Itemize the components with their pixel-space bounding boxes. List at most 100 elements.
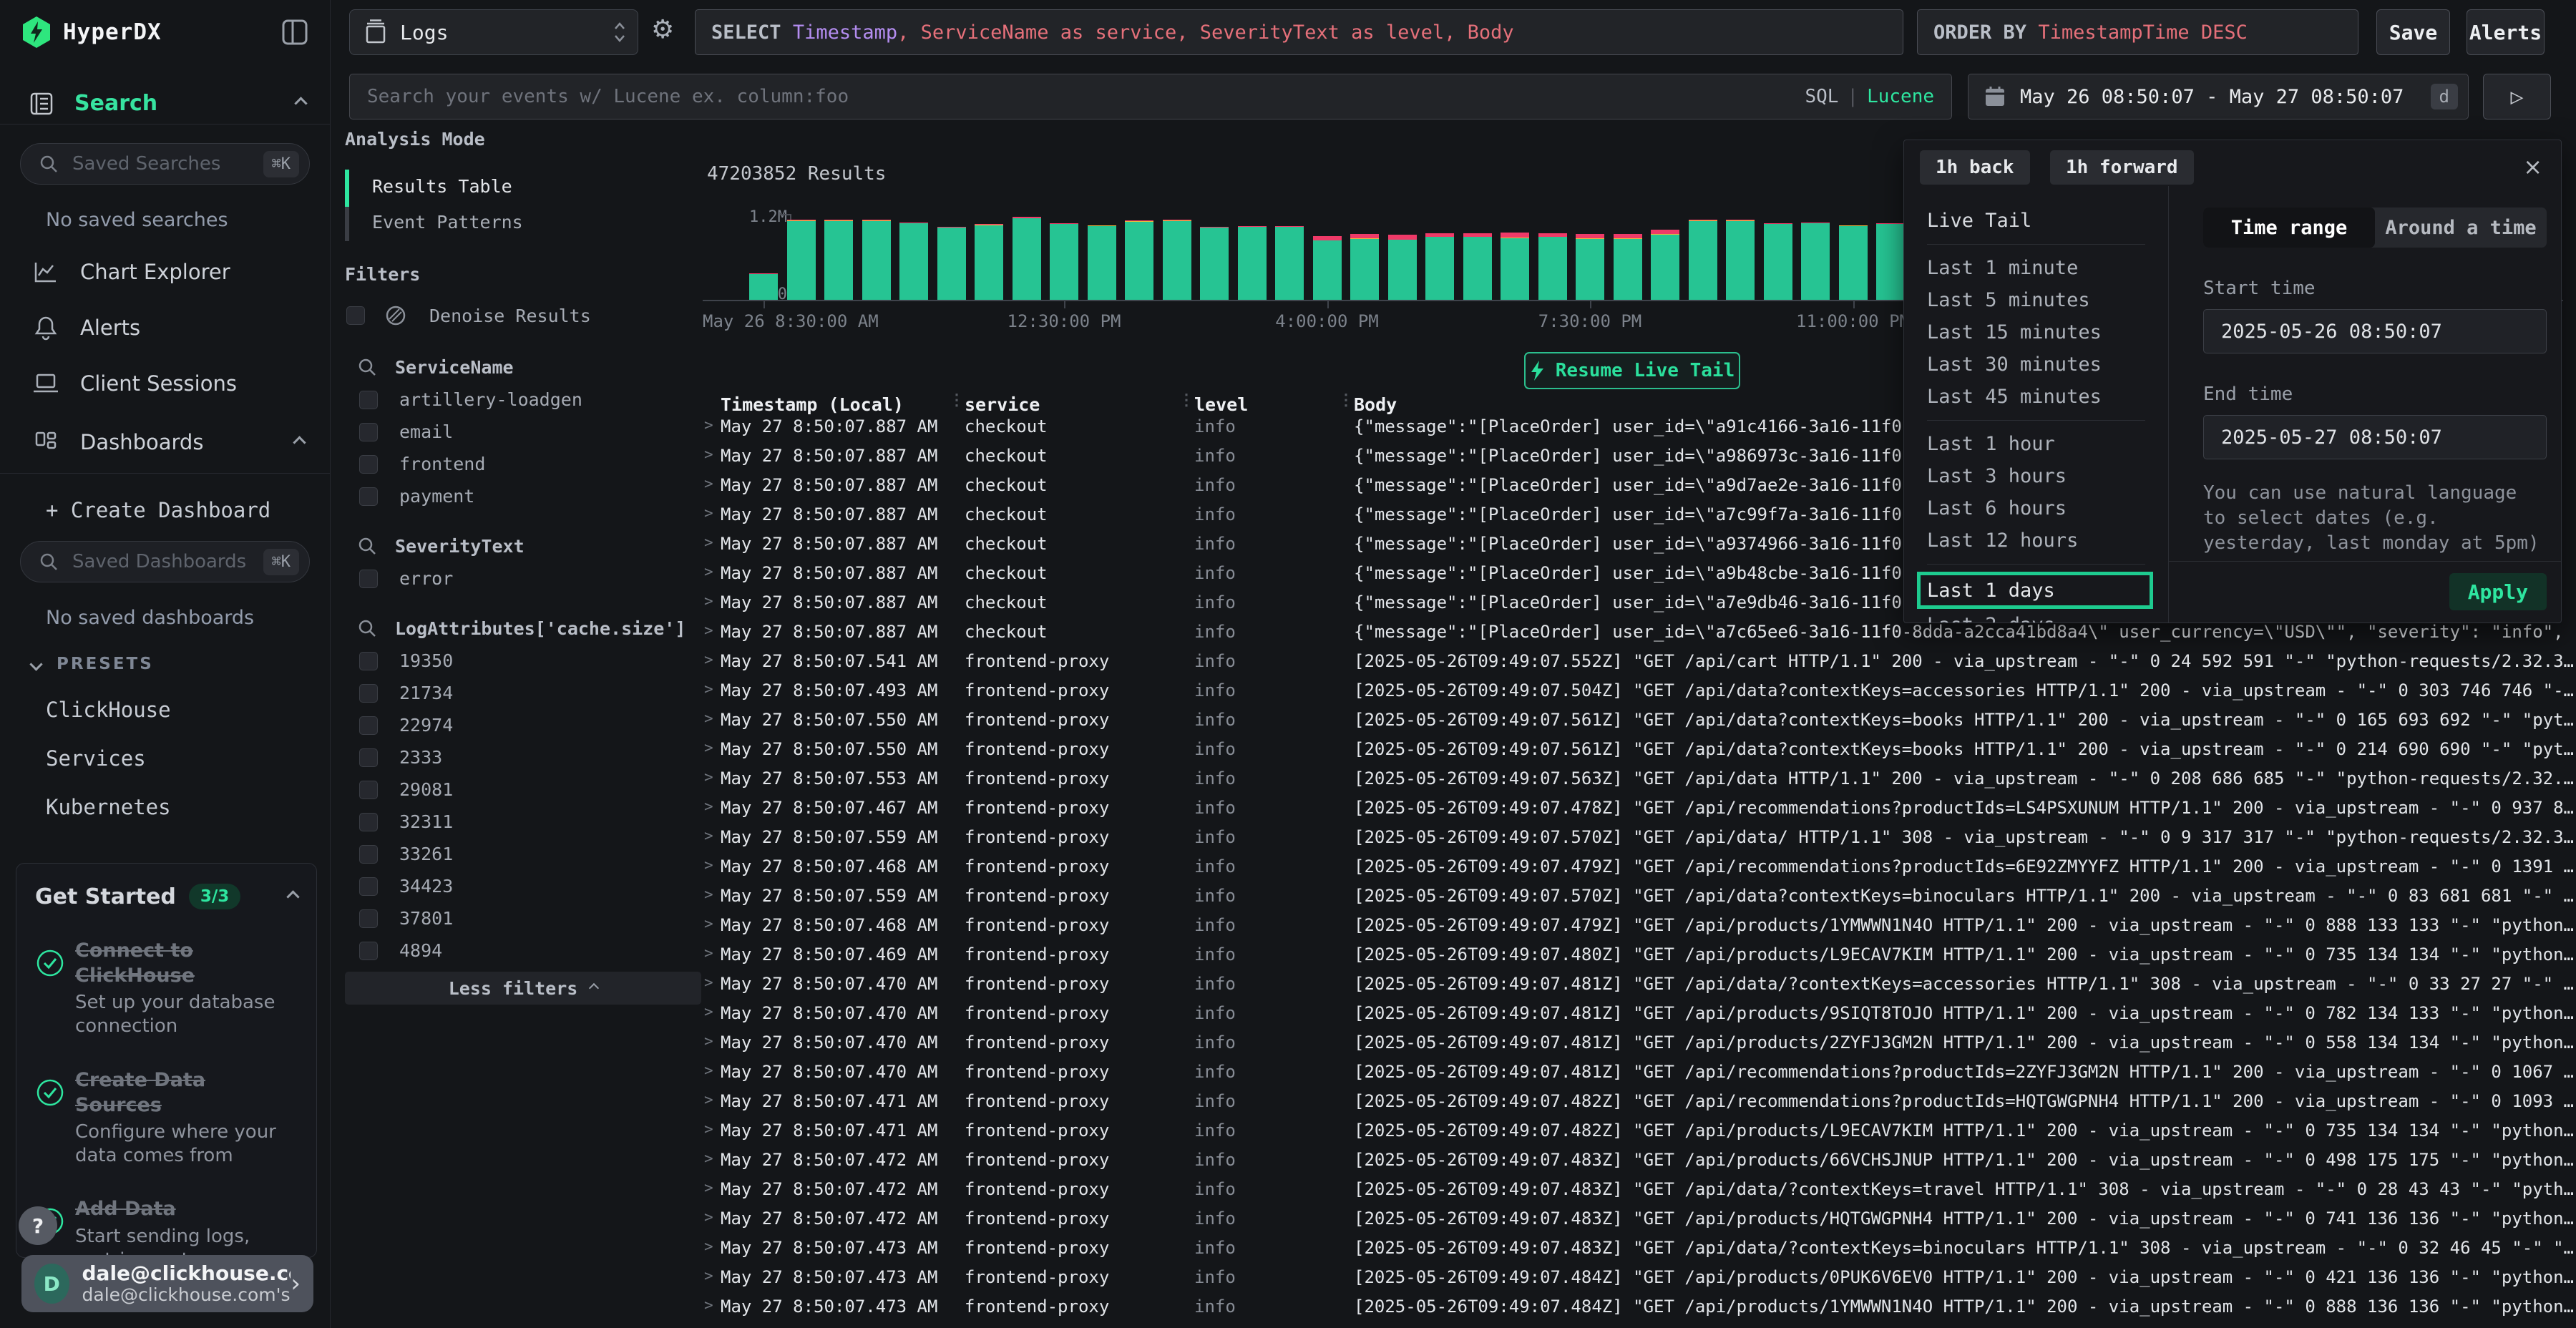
source-select[interactable]: Logs [349,9,638,55]
sidebar-item-dashboards[interactable]: Dashboards [0,427,330,457]
col-resize-handle[interactable]: ⋮ [949,391,963,409]
table-row[interactable]: >May 27 8:50:07.472 AMfrontend-proxyinfo… [703,1204,2576,1233]
table-row[interactable]: >May 27 8:50:07.470 AMfrontend-proxyinfo… [703,998,2576,1027]
histogram-bar[interactable] [1538,233,1567,301]
time-preset-live-tail[interactable]: Live Tail [1927,205,2168,237]
histogram-bar[interactable] [787,220,816,300]
alerts-button[interactable]: Alerts [2467,9,2545,55]
help-button[interactable]: ? [19,1206,57,1245]
sidebar-item-client-sessions[interactable]: Client Sessions [0,368,330,399]
table-row[interactable]: >May 27 8:50:07.471 AMfrontend-proxyinfo… [703,1115,2576,1145]
row-expand-chevron-icon[interactable]: > [704,1120,713,1138]
sql-mode-toggle[interactable]: SQL [1805,86,1838,107]
table-row[interactable]: >May 27 8:50:07.550 AMfrontend-proxyinfo… [703,705,2576,734]
histogram-bar[interactable] [1238,226,1267,300]
table-row[interactable]: >May 27 8:50:07.469 AMfrontend-proxyinfo… [703,939,2576,969]
row-expand-chevron-icon[interactable]: > [704,446,713,463]
filter-option[interactable]: payment [345,486,723,507]
table-row[interactable]: >May 27 8:50:07.470 AMfrontend-proxyinfo… [703,1057,2576,1086]
time-preset-last-1-days[interactable]: Last 1 days [1917,572,2153,609]
filter-option[interactable]: artillery-loadgen [345,389,723,410]
row-expand-chevron-icon[interactable]: > [704,1150,713,1167]
row-expand-chevron-icon[interactable]: > [704,1003,713,1020]
table-row[interactable]: >May 27 8:50:07.473 AMfrontend-proxyinfo… [703,1262,2576,1292]
histogram-bar[interactable] [1050,223,1078,300]
filter-option[interactable]: 19350 [345,650,723,671]
user-menu[interactable]: D dale@clickhouse.com dale@clickhouse.co… [21,1255,313,1312]
table-row[interactable]: >May 27 8:50:07.467 AMfrontend-proxyinfo… [703,793,2576,822]
get-started-item[interactable]: Create Data SourcesConfigure where your … [35,1068,298,1168]
filter-option[interactable]: error [345,568,723,589]
close-icon[interactable]: × [2523,153,2542,180]
filter-checkbox[interactable] [359,748,378,767]
filter-option[interactable]: 33261 [345,844,723,864]
histogram-bar[interactable] [1576,234,1604,300]
row-expand-chevron-icon[interactable]: > [704,592,713,610]
shift-1h-back-button[interactable]: 1h back [1920,150,2030,185]
lucene-mode-toggle[interactable]: Lucene [1867,86,1934,107]
row-expand-chevron-icon[interactable]: > [704,622,713,639]
histogram-bar[interactable] [1088,225,1116,301]
filter-option[interactable]: 32311 [345,811,723,832]
filter-checkbox[interactable] [359,684,378,703]
time-preset-last-15-minutes[interactable]: Last 15 minutes [1927,316,2168,348]
filter-checkbox[interactable] [359,652,378,670]
row-expand-chevron-icon[interactable]: > [704,886,713,903]
table-row[interactable]: >May 27 8:50:07.472 AMfrontend-proxyinfo… [703,1174,2576,1204]
filter-checkbox[interactable] [359,845,378,864]
histogram-bar[interactable] [1125,220,1153,300]
histogram-bar[interactable] [1350,234,1379,300]
tab-around-a-time[interactable]: Around a time [2375,208,2547,248]
table-row[interactable]: >May 27 8:50:07.470 AMfrontend-proxyinfo… [703,969,2576,998]
table-row[interactable]: >May 27 8:50:07.559 AMfrontend-proxyinfo… [703,881,2576,910]
row-expand-chevron-icon[interactable]: > [704,798,713,815]
row-expand-chevron-icon[interactable]: > [704,739,713,756]
histogram-bar[interactable] [1614,234,1642,300]
row-expand-chevron-icon[interactable]: > [704,915,713,932]
row-expand-chevron-icon[interactable]: > [704,534,713,551]
table-row[interactable]: >May 27 8:50:07.471 AMfrontend-proxyinfo… [703,1086,2576,1115]
filter-option[interactable]: 29081 [345,779,723,800]
histogram-bar[interactable] [1275,226,1304,300]
saved-searches-input[interactable]: Saved Searches ⌘K [20,143,310,185]
shift-1h-forward-button[interactable]: 1h forward [2050,150,2194,185]
filter-checkbox[interactable] [359,391,378,409]
run-query-button[interactable]: ▷ [2483,74,2551,119]
filter-option[interactable]: 2333 [345,747,723,768]
preset-item-services[interactable]: Services [0,746,330,771]
less-filters-button[interactable]: Less filters [345,972,701,1005]
time-preset-last-45-minutes[interactable]: Last 45 minutes [1927,381,2168,413]
histogram-bar[interactable] [1726,220,1755,300]
time-preset-last-3-hours[interactable]: Last 3 hours [1927,460,2168,492]
histogram-bar[interactable] [1463,233,1492,301]
sidebar-item-chart-explorer[interactable]: Chart Explorer [0,257,330,287]
filter-checkbox[interactable] [359,813,378,831]
row-expand-chevron-icon[interactable]: > [704,827,713,844]
row-expand-chevron-icon[interactable]: > [704,974,713,991]
filter-checkbox[interactable] [359,781,378,799]
time-preset-last-1-minute[interactable]: Last 1 minute [1927,252,2168,284]
histogram-bar[interactable] [1200,227,1229,300]
search-icon[interactable] [356,535,378,557]
histogram-bar[interactable] [749,273,778,300]
filter-checkbox[interactable] [359,942,378,960]
row-expand-chevron-icon[interactable]: > [704,1238,713,1255]
filter-option[interactable]: 21734 [345,683,723,703]
histogram-bar[interactable] [1876,223,1905,300]
filter-checkbox[interactable] [359,909,378,928]
row-expand-chevron-icon[interactable]: > [704,680,713,698]
filter-option[interactable]: 34423 [345,876,723,897]
filter-option[interactable]: 22974 [345,715,723,736]
filter-option[interactable]: frontend [345,454,723,474]
row-expand-chevron-icon[interactable]: > [704,1267,713,1284]
preset-item-clickhouse[interactable]: ClickHouse [0,698,330,722]
table-row[interactable]: >May 27 8:50:07.468 AMfrontend-proxyinfo… [703,851,2576,881]
filter-checkbox[interactable] [359,716,378,735]
row-expand-chevron-icon[interactable]: > [704,1032,713,1050]
histogram-bar[interactable] [1163,220,1191,300]
table-row[interactable]: >May 27 8:50:07.553 AMfrontend-proxyinfo… [703,763,2576,793]
histogram-bar[interactable] [899,223,928,300]
chevron-up-icon[interactable] [286,890,299,903]
denoise-results-option[interactable]: Denoise Results [345,303,723,328]
row-expand-chevron-icon[interactable]: > [704,1179,713,1196]
